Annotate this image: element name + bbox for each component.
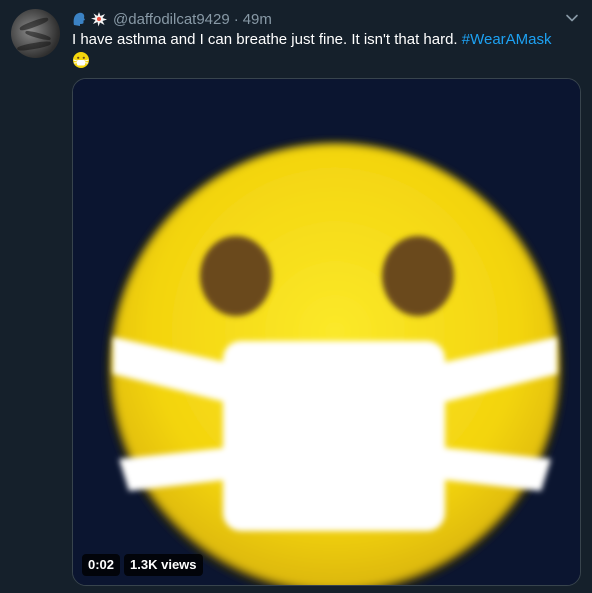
face-with-medical-mask-icon (73, 79, 580, 585)
avatar[interactable] (11, 9, 60, 58)
view-count: 1.3K views (124, 554, 203, 576)
video-player[interactable]: 0:02 1.3K views (72, 78, 581, 586)
tweet-text: I have asthma and I can breathe just fin… (72, 30, 577, 71)
face-with-medical-mask-icon (73, 52, 89, 68)
separator-dot: · (233, 10, 239, 28)
tweet-header: @daffodilcat9429 · 49m (72, 9, 272, 29)
chevron-down-icon[interactable] (564, 10, 580, 26)
speaking-head-icon (73, 12, 85, 26)
timestamp[interactable]: 49m (243, 11, 272, 28)
hashtag-link[interactable]: #WearAMask (462, 31, 552, 48)
user-handle[interactable]: @daffodilcat9429 (113, 11, 230, 28)
video-duration: 0:02 (82, 554, 121, 576)
video-meta: 0:02 1.3K views (82, 554, 203, 576)
collision-icon (91, 12, 107, 27)
tweet-body: I have asthma and I can breathe just fin… (72, 31, 458, 48)
display-name[interactable] (72, 11, 108, 27)
tweet[interactable]: @daffodilcat9429 · 49m I have asthma and… (0, 0, 592, 593)
